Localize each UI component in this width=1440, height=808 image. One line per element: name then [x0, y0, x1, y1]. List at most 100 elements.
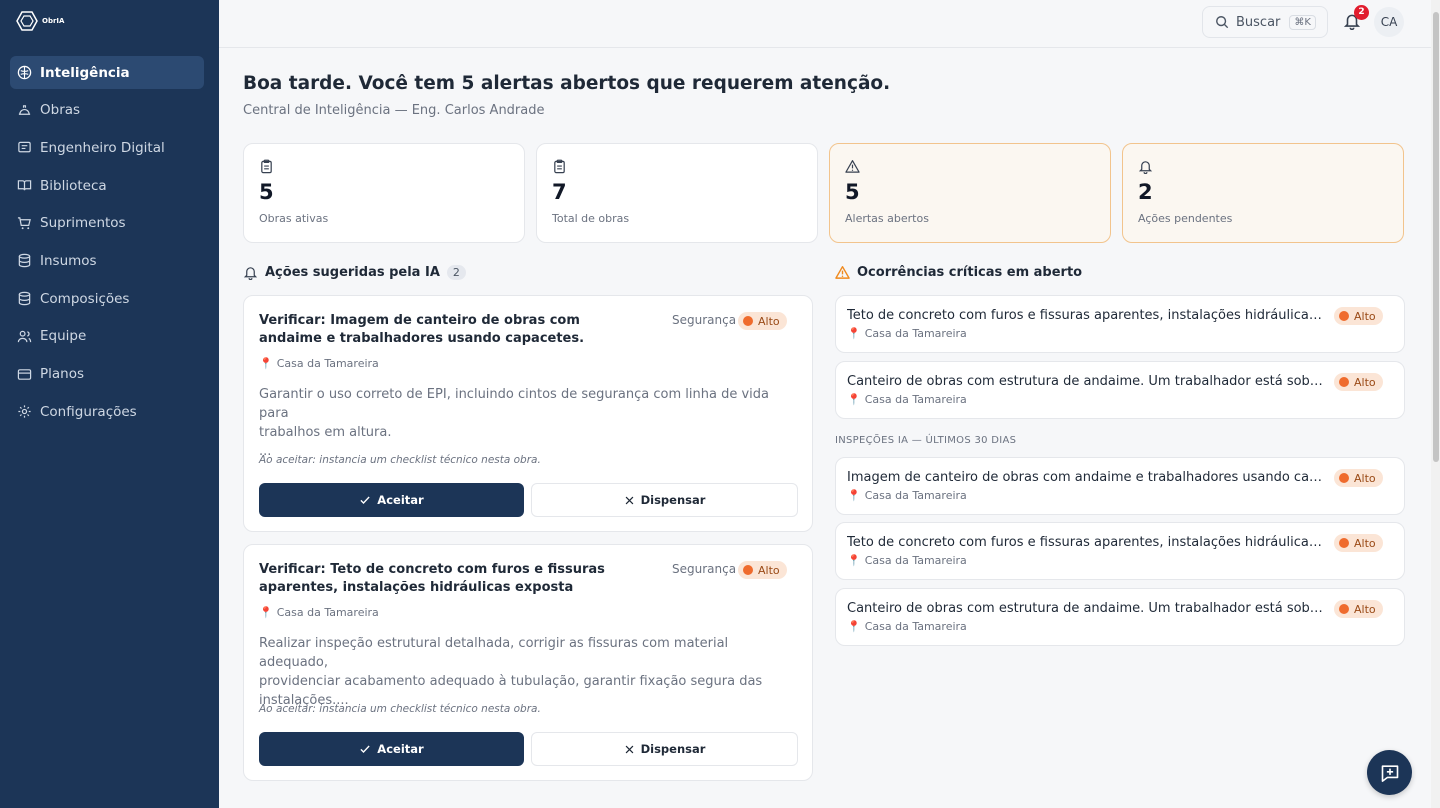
sidebar-item-engenheiro-digital[interactable]: Engenheiro Digital: [10, 131, 204, 164]
sidebar-item-planos[interactable]: Planos: [10, 358, 204, 391]
sidebar-item-equipe[interactable]: Equipe: [10, 320, 204, 353]
card-location: 📍 Casa da Tamareira: [259, 357, 379, 370]
sidebar-item-insumos[interactable]: Insumos: [10, 244, 204, 277]
database-icon: [17, 291, 32, 306]
card-category: Segurança: [672, 313, 737, 327]
top-bar: Buscar ⌘K 2 CA: [219, 0, 1431, 48]
inspection-item[interactable]: Canteiro de obras com estrutura de andai…: [835, 588, 1405, 646]
map-pin-icon: 📍: [847, 327, 861, 340]
page-subtitle: Central de Inteligência — Eng. Carlos An…: [243, 103, 545, 118]
dismiss-label: Dispensar: [640, 742, 706, 756]
sidebar-item-composicoes[interactable]: Composições: [10, 282, 204, 315]
dismiss-button[interactable]: Dispensar: [531, 732, 798, 766]
check-icon: [360, 745, 370, 753]
sidebar-item-label: Configurações: [40, 403, 137, 420]
accept-button[interactable]: Aceitar: [259, 732, 524, 766]
card-note: Ao aceitar: instancia um checklist técni…: [259, 454, 541, 466]
stat-card-obras-ativas: 5 Obras ativas: [243, 143, 525, 243]
sidebar-item-suprimentos[interactable]: Suprimentos: [10, 207, 204, 240]
critical-occurrences-title: Ocorrências críticas em aberto: [857, 265, 1083, 280]
severity-badge: Alto: [1334, 373, 1383, 391]
sidebar-item-label: Suprimentos: [40, 215, 126, 232]
location-label: Casa da Tamareira: [864, 489, 967, 502]
page-title: Boa tarde. Você tem 5 alertas abertos qu…: [243, 73, 891, 94]
inspection-title: Imagem de canteiro de obras com andaime …: [847, 470, 1325, 485]
sidebar-item-label: Insumos: [40, 252, 97, 269]
app-logo[interactable]: ObrIA: [16, 11, 64, 31]
map-pin-icon: 📍: [847, 393, 861, 406]
search-button[interactable]: Buscar ⌘K: [1202, 6, 1328, 38]
sidebar-item-label: Composições: [40, 290, 130, 307]
scrollbar-thumb[interactable]: [1433, 12, 1439, 462]
severity-badge: Alto: [1334, 469, 1383, 487]
stat-value: 2: [1138, 180, 1153, 204]
inspections-section-label: INSPEÇÕES IA — ÚLTIMOS 30 DIAS: [835, 435, 1017, 446]
suggested-actions-count: 2: [446, 265, 466, 280]
inspection-item[interactable]: Imagem de canteiro de obras com andaime …: [835, 457, 1405, 515]
gear-icon: [17, 404, 32, 419]
description-line: trabalhos em altura.: [259, 425, 392, 440]
credit-card-icon: [17, 367, 32, 382]
card-category: Segurança: [672, 562, 737, 576]
book-icon: [17, 178, 32, 193]
card-description: Realizar inspeção estrutural detalhada, …: [259, 634, 799, 710]
severity-label: Alto: [1354, 536, 1376, 550]
cart-icon: [17, 216, 32, 231]
users-icon: [17, 329, 32, 344]
bell-icon: [243, 267, 258, 280]
map-pin-icon: 📍: [847, 620, 861, 633]
sidebar-item-configuracoes[interactable]: Configurações: [10, 395, 204, 428]
map-pin-icon: 📍: [259, 606, 273, 619]
map-pin-icon: 📍: [847, 554, 861, 567]
location-label: Casa da Tamareira: [276, 606, 379, 619]
occurrence-title: Teto de concreto com furos e fissuras ap…: [847, 308, 1325, 323]
helmet-icon: [17, 103, 32, 118]
location-label: Casa da Tamareira: [864, 620, 967, 633]
sidebar-item-obras[interactable]: Obras: [10, 94, 204, 127]
occurrence-title: Canteiro de obras com estrutura de andai…: [847, 374, 1325, 389]
sidebar-item-inteligencia[interactable]: Inteligência: [10, 56, 204, 89]
inspection-location: 📍 Casa da Tamareira: [847, 620, 967, 633]
stat-card-total-obras: 7 Total de obras: [536, 143, 818, 243]
critical-occurrence-item[interactable]: Teto de concreto com furos e fissuras ap…: [835, 295, 1405, 353]
sidebar-item-biblioteca[interactable]: Biblioteca: [10, 169, 204, 202]
stat-value: 5: [845, 180, 860, 204]
description-line: Realizar inspeção estrutural detalhada, …: [259, 636, 729, 670]
accept-label: Aceitar: [377, 493, 424, 507]
severity-badge: Alto: [1334, 534, 1383, 552]
stat-card-alertas-abertos: 5 Alertas abertos: [829, 143, 1111, 243]
chat-fab-button[interactable]: [1367, 750, 1412, 795]
dismiss-button[interactable]: Dispensar: [531, 483, 798, 517]
severity-badge: Alto: [1334, 307, 1383, 325]
severity-badge: Alto: [1334, 600, 1383, 618]
severity-label: Alto: [1354, 309, 1376, 323]
card-location: 📍 Casa da Tamareira: [259, 606, 379, 619]
map-pin-icon: 📍: [847, 489, 861, 502]
location-label: Casa da Tamareira: [864, 393, 967, 406]
search-icon: [1216, 16, 1229, 29]
message-icon: [17, 140, 32, 155]
close-icon: [625, 745, 633, 753]
severity-badge: Alto: [738, 561, 787, 579]
sidebar-nav: Inteligência Obras Engenheiro Digital Bi…: [10, 56, 204, 433]
card-note: Ao aceitar: instancia um checklist técni…: [259, 703, 541, 715]
warning-icon: [845, 160, 860, 173]
card-title: Verificar: Imagem de canteiro de obras c…: [259, 313, 585, 346]
severity-label: Alto: [758, 563, 780, 577]
search-label: Buscar: [1236, 14, 1281, 30]
inspection-item[interactable]: Teto de concreto com furos e fissuras ap…: [835, 522, 1405, 580]
sidebar-item-label: Planos: [40, 366, 85, 382]
accept-button[interactable]: Aceitar: [259, 483, 524, 517]
stat-value: 7: [552, 180, 567, 204]
stat-label: Ações pendentes: [1138, 212, 1233, 225]
inspection-title: Canteiro de obras com estrutura de andai…: [847, 601, 1325, 616]
logo-text: ObrIA: [42, 17, 65, 25]
severity-dot-icon: [743, 565, 753, 575]
critical-occurrence-item[interactable]: Canteiro de obras com estrutura de andai…: [835, 361, 1405, 419]
critical-occurrences-header: Ocorrências críticas em aberto: [835, 265, 1082, 280]
accept-label: Aceitar: [377, 742, 424, 756]
dismiss-label: Dispensar: [640, 493, 706, 507]
user-avatar[interactable]: CA: [1374, 7, 1404, 37]
stat-value: 5: [259, 180, 274, 204]
map-pin-icon: 📍: [259, 357, 273, 370]
